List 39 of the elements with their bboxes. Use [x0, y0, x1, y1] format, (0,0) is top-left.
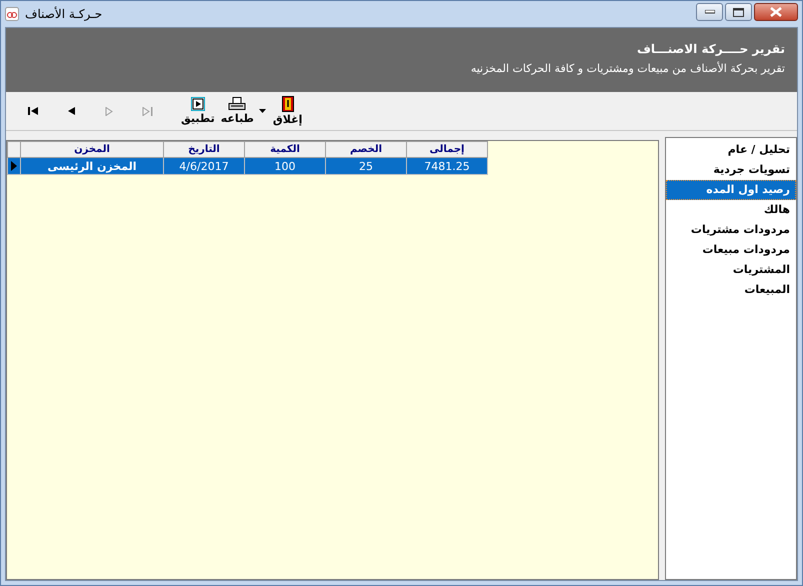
- column-header[interactable]: الكمية: [244, 142, 326, 158]
- table-cell: 4/6/2017: [164, 158, 244, 174]
- dropdown-caret-icon[interactable]: [258, 109, 266, 113]
- header-title: تقرير حــــركة الاصنـــاف: [636, 42, 785, 56]
- maximize-icon: [733, 8, 744, 16]
- column-header[interactable]: إجمالى: [406, 142, 488, 158]
- table-cell: 7481.25: [406, 158, 488, 174]
- list-item[interactable]: رصيد اول المده: [666, 180, 796, 200]
- table-cell: المخزن الرئيسى: [20, 158, 164, 174]
- close-icon: [770, 7, 782, 17]
- first-record-icon: [28, 107, 38, 115]
- apply-button[interactable]: تطبيق: [178, 94, 218, 128]
- print-button[interactable]: طباعه: [218, 94, 257, 128]
- window-title: حـركـة الأصناف: [25, 7, 104, 21]
- maximize-button[interactable]: [725, 3, 752, 21]
- current-row-icon: [11, 161, 17, 171]
- table-cell: 100: [244, 158, 326, 174]
- app-icon: [5, 7, 19, 21]
- list-item[interactable]: هالك: [666, 200, 796, 220]
- column-header[interactable]: المخزن: [20, 142, 164, 158]
- close-button[interactable]: [754, 3, 798, 21]
- list-item[interactable]: تحليل / عام: [666, 140, 796, 160]
- next-icon: [105, 106, 113, 116]
- last-record-icon: [142, 106, 152, 116]
- list-item[interactable]: تسويات جردية: [666, 160, 796, 180]
- close-button[interactable]: إغلاق: [270, 94, 306, 128]
- header-subtitle: تقرير بحركة الأصناف من مبيعات ومشتريات و كافة الحركات المخزنيه: [470, 62, 785, 75]
- list-item[interactable]: مردودات مشتريات: [666, 220, 796, 240]
- minimize-icon: [704, 10, 714, 14]
- list-item[interactable]: المشتريات: [666, 260, 796, 280]
- minimize-button[interactable]: [696, 3, 723, 21]
- table-cell: 25: [326, 158, 406, 174]
- column-header[interactable]: الخصم: [326, 142, 406, 158]
- list-item[interactable]: المبيعات: [666, 280, 796, 300]
- list-item[interactable]: مردودات مبيعات: [666, 240, 796, 260]
- column-header[interactable]: التاريخ: [164, 142, 244, 158]
- previous-icon: [68, 107, 74, 115]
- printer-icon: [228, 97, 246, 111]
- play-icon: [190, 97, 205, 111]
